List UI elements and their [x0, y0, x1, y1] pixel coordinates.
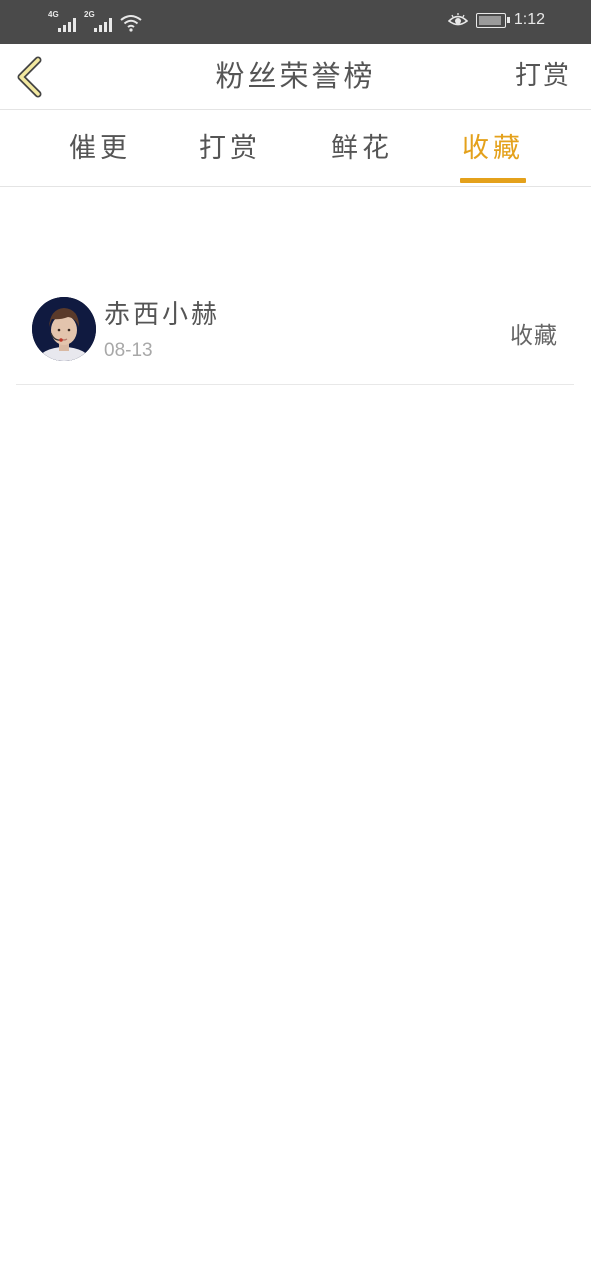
wifi-icon: [120, 15, 142, 32]
tab-label: 打赏: [199, 133, 261, 164]
tab-reward[interactable]: 打赏: [175, 110, 285, 187]
status-left: 4G 2G: [48, 10, 142, 32]
active-tab-indicator: [460, 178, 526, 183]
reward-button[interactable]: 打赏: [515, 44, 571, 108]
status-bar: 4G 2G 1:12: [0, 0, 591, 44]
list-item[interactable]: 赤西小赫 08-13 收藏: [16, 280, 574, 385]
tab-label: 催更: [69, 133, 131, 164]
tab-bar: 催更 打赏 鲜花 收藏: [0, 110, 591, 187]
tab-flowers[interactable]: 鲜花: [307, 110, 417, 187]
tab-favorites[interactable]: 收藏: [438, 110, 548, 187]
user-name: 赤西小赫: [104, 300, 221, 330]
page-title: 粉丝荣誉榜: [215, 59, 376, 93]
favorite-label: 收藏: [510, 323, 558, 349]
cellular-signal-icon: 2G: [84, 10, 114, 32]
tab-label: 鲜花: [331, 133, 393, 164]
status-time: 1:12: [513, 11, 545, 28]
cellular-signal-icon: 4G: [48, 10, 78, 32]
top-nav-bar: 粉丝荣誉榜 打赏: [0, 44, 591, 110]
avatar[interactable]: [32, 297, 96, 361]
item-date: 08-13: [104, 340, 153, 361]
tab-urge-update[interactable]: 催更: [45, 110, 155, 187]
tab-label: 收藏: [462, 133, 524, 164]
eye-comfort-icon: [447, 13, 468, 26]
status-right: 1:12: [447, 11, 545, 29]
battery-icon: [475, 12, 510, 28]
